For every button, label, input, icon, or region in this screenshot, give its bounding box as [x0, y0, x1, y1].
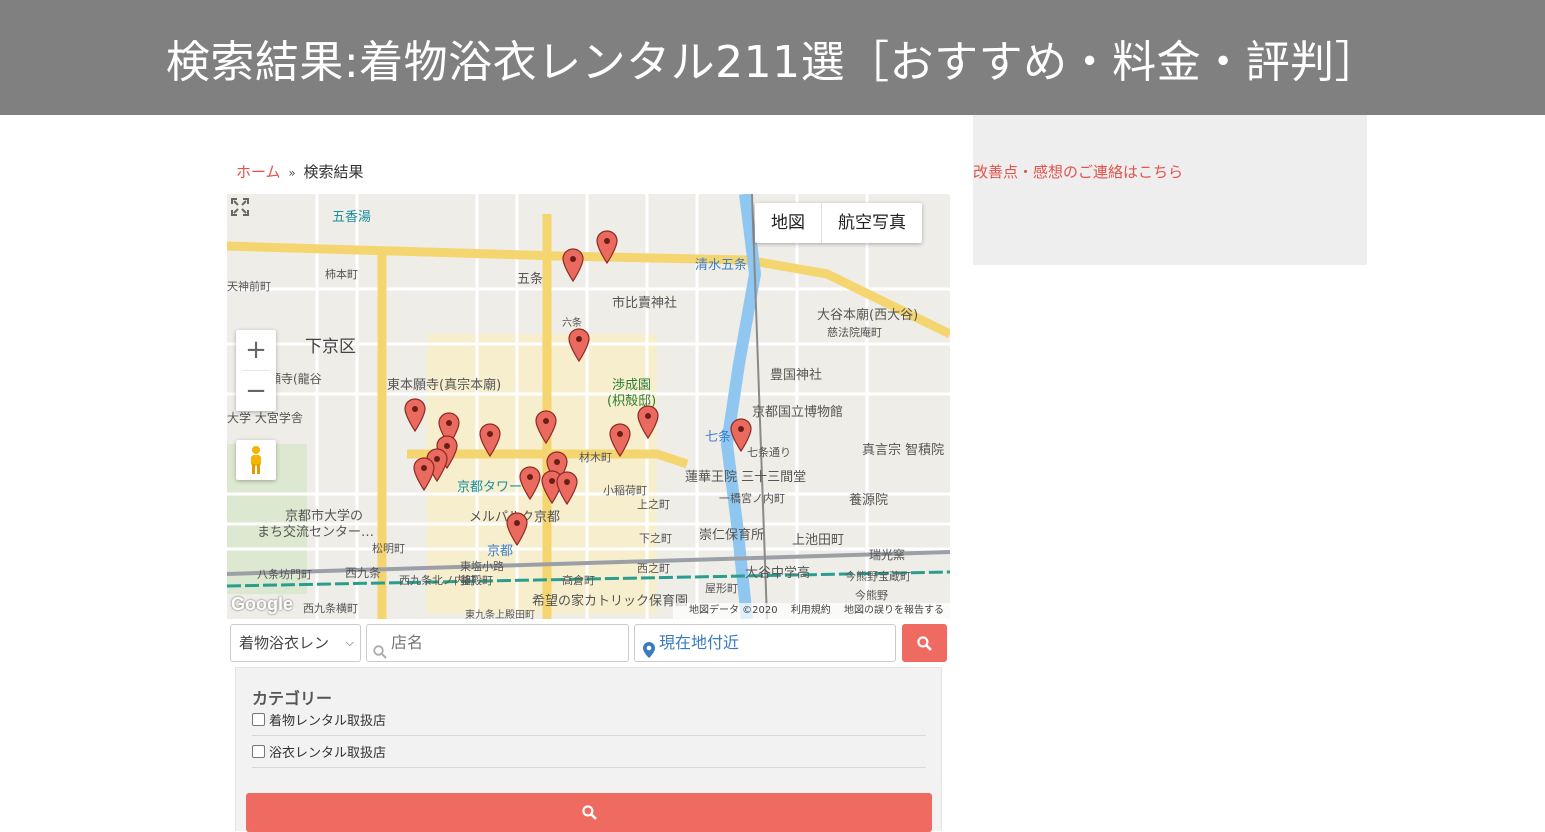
- report-error-link[interactable]: 地図の誤りを報告する: [844, 605, 944, 616]
- map-type-control: 地図 航空写真: [755, 203, 922, 243]
- breadcrumb-home-link[interactable]: ホーム: [236, 163, 281, 181]
- filter-option-yukata[interactable]: 浴衣レンタル取扱店: [252, 736, 926, 768]
- search-button[interactable]: [902, 624, 947, 662]
- map-label-shimogyo: 下京区: [305, 337, 356, 357]
- kimono-checkbox-label: 着物レンタル取扱店: [269, 714, 387, 729]
- map-label-kyoto-univ: 京都市大学の: [285, 509, 364, 524]
- location-input[interactable]: 現在地付近: [634, 624, 896, 662]
- yukata-checkbox-label: 浴衣レンタル取扱店: [269, 746, 387, 761]
- map-pin-icon[interactable]: [413, 457, 435, 492]
- map-pin-icon[interactable]: [568, 328, 590, 363]
- filter-panel: カテゴリー 着物レンタル取扱店 浴衣レンタル取扱店: [235, 667, 942, 832]
- location-value: 現在地付近: [659, 633, 740, 652]
- breadcrumb: ホーム » 検索結果: [236, 161, 363, 182]
- breadcrumb-separator: »: [288, 166, 296, 180]
- feedback-link[interactable]: 改善点・感想のご連絡はこちら: [973, 161, 1183, 182]
- map-attribution: 地図データ ©2020 利用規約 地図の誤りを報告する: [672, 603, 950, 619]
- category-select-value: 着物浴衣レン: [239, 634, 330, 652]
- map-label-gojoyu: 五香湯: [332, 210, 372, 225]
- map-label-kyoto-tower: 京都タワー: [457, 480, 523, 495]
- map-label-higashi-honganji: 東本願寺(真宗本廟): [387, 378, 502, 393]
- map-label-takakura: 高倉町: [562, 574, 595, 587]
- search-icon: [581, 805, 597, 820]
- map-view[interactable]: 五香湯 五条 清水五条 市比賣神社 下京区 東本願寺(真宗本廟) 大谷本廟(西大…: [227, 194, 950, 619]
- yukata-checkbox[interactable]: [252, 745, 265, 758]
- kimono-checkbox[interactable]: [252, 713, 265, 726]
- location-pin-icon: [643, 635, 655, 671]
- map-label-nishi-kujo: 西九条: [345, 566, 382, 580]
- pegman-icon[interactable]: [236, 440, 276, 480]
- map-pin-icon[interactable]: [519, 466, 541, 501]
- map-label-yogenin: 養源院: [849, 493, 889, 508]
- map-label-shichijo-dori: 七条通り: [747, 446, 791, 459]
- google-logo: Google: [231, 594, 293, 614]
- zoom-out-button[interactable]: −: [236, 371, 276, 411]
- map-label-imakumano: 今熊野宝蔵町: [845, 570, 911, 583]
- map-pin-icon[interactable]: [730, 418, 752, 453]
- map-label-museum: 京都国立博物館: [752, 405, 844, 420]
- map-data-credit: 地図データ ©2020: [688, 605, 778, 616]
- map-pin-icon[interactable]: [556, 471, 578, 506]
- map-label-zuikoku: 瑞光窯: [869, 548, 906, 562]
- map-type-satellite-button[interactable]: 航空写真: [822, 203, 922, 243]
- shop-name-placeholder: 店名: [391, 633, 424, 652]
- map-label-imakumano2: 今熊野: [855, 589, 888, 602]
- map-label-kibou: 希望の家カトリック保育園: [532, 594, 689, 609]
- map-pin-icon[interactable]: [637, 405, 659, 440]
- map-pin-icon[interactable]: [404, 398, 426, 433]
- page-header: 検索結果:着物浴衣レンタル211選［おすすめ・料金・評判］: [0, 0, 1545, 115]
- filter-search-button[interactable]: [246, 793, 932, 832]
- map-label-tenjin: 天神前町: [227, 280, 271, 293]
- map-pin-icon[interactable]: [506, 512, 528, 547]
- map-label-zaimoku: 材木町: [579, 451, 612, 464]
- map-pin-icon[interactable]: [479, 423, 501, 458]
- map-label-chishakuin: 真言宗 智積院: [862, 443, 945, 458]
- map-type-map-button[interactable]: 地図: [755, 203, 822, 243]
- map-label-shichijo: 七条: [705, 430, 732, 445]
- map-label-rengeoin: 蓮華王院 三十三間堂: [685, 470, 807, 485]
- chevron-down-icon: ⌵: [345, 636, 354, 649]
- zoom-control: + −: [236, 330, 276, 411]
- map-label-hattabo: 八条坊門町: [257, 568, 312, 581]
- map-label-daigaku: 大学 大宮学舎: [227, 411, 303, 425]
- map-label-shimonocho: 下之町: [639, 532, 672, 545]
- map-label-suujin: 崇仁保育所: [699, 528, 765, 543]
- map-pin-icon[interactable]: [562, 248, 584, 283]
- category-select[interactable]: 着物浴衣レン ⌵: [230, 624, 361, 662]
- sidebar-box: 改善点・感想のご連絡はこちら: [973, 115, 1367, 265]
- search-bar: 着物浴衣レン ⌵ 店名 現在地付近: [230, 624, 950, 662]
- terms-link[interactable]: 利用規約: [791, 605, 831, 616]
- map-label-kamiyanagi: 上之町: [637, 498, 670, 511]
- shop-name-input[interactable]: 店名: [366, 624, 629, 662]
- map-label-nishikujo-b: 西九条北ノ内町: [399, 574, 476, 587]
- map-label-toyokuni: 豊国神社: [770, 368, 823, 383]
- map-label-jihoin: 慈法院庵町: [827, 326, 882, 339]
- map-label-shorinji: 松明町: [372, 542, 405, 555]
- page-title: 検索結果:着物浴衣レンタル211選［おすすめ・料金・評判］: [165, 36, 1380, 88]
- filter-option-kimono[interactable]: 着物レンタル取扱店: [252, 704, 926, 736]
- map-label-ichihashi: 一橋宮ノ内町: [719, 492, 785, 505]
- map-label-yashiro: 屋形町: [705, 582, 738, 595]
- map-label-kamiikeda: 上池田町: [792, 533, 845, 548]
- map-pin-icon[interactable]: [609, 423, 631, 458]
- map-label-nishi-nocho: 西之町: [637, 562, 670, 575]
- map-label-sakamoto: 柿本町: [325, 268, 358, 281]
- map-label-kuyo: 西九条横町: [303, 602, 358, 615]
- map-pin-icon[interactable]: [535, 410, 557, 445]
- breadcrumb-current: 検索結果: [303, 163, 364, 181]
- map-label-otani-chu: 大谷中学高: [745, 566, 811, 581]
- search-icon: [917, 635, 932, 651]
- map-label-gojo: 五条: [517, 272, 544, 287]
- map-label-shimizu-gojo: 清水五条: [695, 258, 748, 273]
- map-label-kuzuo: 東九条上殿田町: [465, 610, 535, 619]
- map-pin-icon[interactable]: [596, 230, 618, 265]
- map-label-ichihime: 市比賣神社: [612, 296, 678, 311]
- fullscreen-icon[interactable]: [231, 198, 249, 216]
- map-label-rokujo: 六条: [562, 318, 582, 329]
- zoom-in-button[interactable]: +: [236, 330, 276, 370]
- map-label-otani-honbyo: 大谷本廟(西大谷): [817, 308, 919, 323]
